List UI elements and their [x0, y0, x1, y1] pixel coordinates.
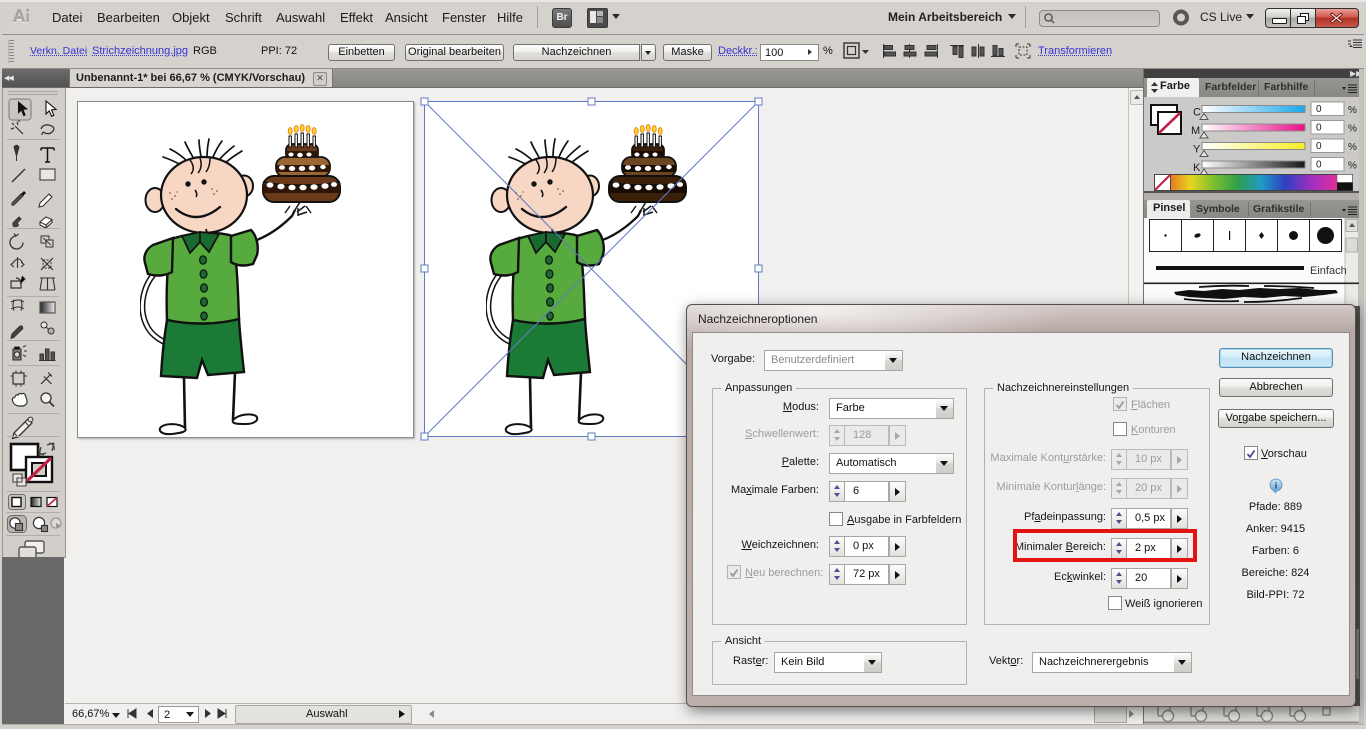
svg-text:%: %: [1348, 124, 1357, 135]
svg-text:Einfach: Einfach: [1310, 265, 1347, 277]
svg-text:%: %: [1348, 142, 1357, 153]
svg-text:%: %: [1348, 105, 1357, 116]
svg-text:0: 0: [1316, 141, 1322, 152]
svg-text:%: %: [1348, 161, 1357, 172]
svg-text:C: C: [1193, 107, 1201, 119]
svg-text:M: M: [1191, 125, 1200, 137]
svg-text:0: 0: [1316, 104, 1322, 115]
svg-text:0: 0: [1316, 123, 1322, 134]
svg-text:K: K: [1193, 162, 1201, 174]
svg-text:Y: Y: [1193, 144, 1201, 156]
svg-text:0: 0: [1316, 160, 1322, 171]
